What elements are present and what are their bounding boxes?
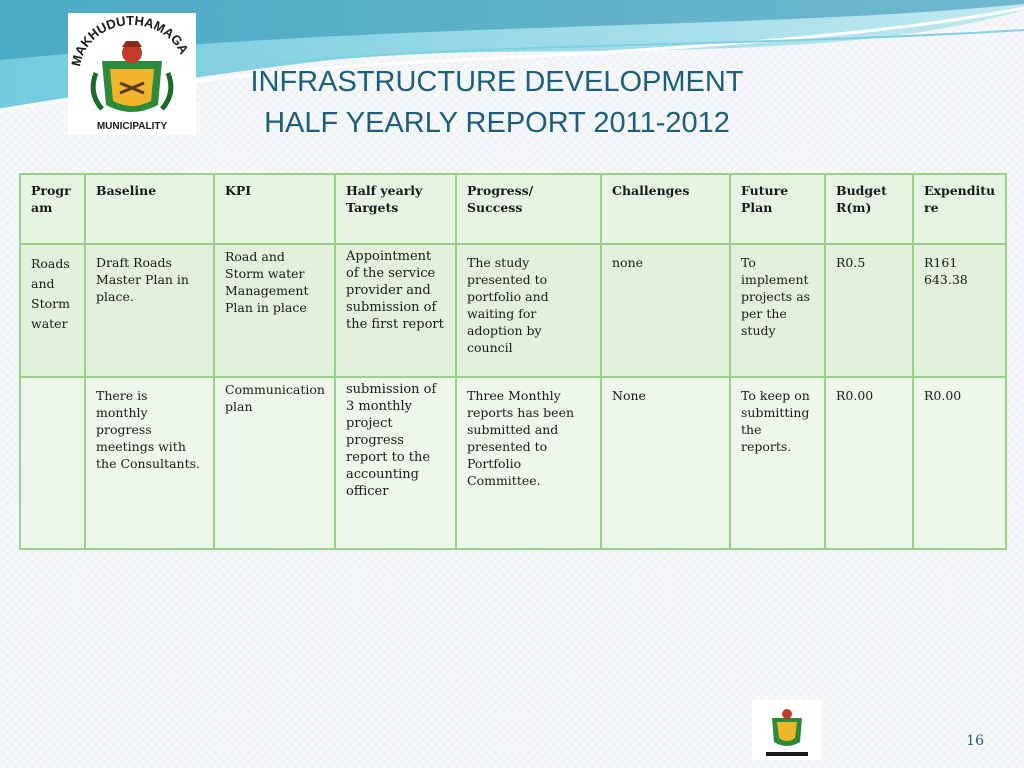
col-header-kpi: KPI: [213, 173, 336, 245]
title-line-1: INFRASTRUCTURE DEVELOPMENT: [250, 66, 744, 98]
col-header-future-plan: Future Plan: [729, 173, 826, 245]
table-row: Roads and Storm water Draft Roads Master…: [19, 243, 1007, 378]
col-header-programme: Progr am: [19, 173, 86, 245]
cell-budget: R0.5: [824, 243, 914, 378]
page-title: INFRASTRUCTURE DEVELOPMENT HALF YEARLY R…: [200, 62, 794, 144]
footer-logo: [752, 700, 822, 760]
cell-future-plan: To keep on submitting the reports.: [729, 376, 826, 550]
col-header-targets: Half yearly Targets: [334, 173, 457, 245]
cell-kpi: Communication plan: [213, 376, 336, 550]
col-header-expenditure: Expenditu re: [912, 173, 1007, 245]
cell-target: submission of 3 monthly project progress…: [334, 376, 457, 550]
col-header-baseline: Baseline: [84, 173, 215, 245]
cell-progress: Three Monthly reports has been submitted…: [455, 376, 602, 550]
cell-programme: [19, 376, 86, 550]
cell-kpi: Road and Storm water Management Plan in …: [213, 243, 336, 378]
page-number: 16: [966, 733, 984, 749]
cell-expenditure: R161 643.38: [912, 243, 1007, 378]
col-header-budget: Budget R(m): [824, 173, 914, 245]
cell-future-plan: To implement projects as per the study: [729, 243, 826, 378]
svg-text:MUNICIPALITY: MUNICIPALITY: [97, 121, 168, 132]
cell-budget: R0.00: [824, 376, 914, 550]
col-header-challenges: Challenges: [600, 173, 731, 245]
title-line-2: HALF YEARLY REPORT 2011-2012: [264, 107, 730, 139]
table-header-row: Progr am Baseline KPI Half yearly Targets …: [19, 173, 1007, 245]
municipality-logo: MAKHUDUTHAMAGA MUNICIPALITY: [68, 13, 196, 135]
cell-programme: Roads and Storm water: [19, 243, 86, 378]
table-row: There is monthly progress meetings with …: [19, 376, 1007, 550]
cell-baseline: Draft Roads Master Plan in place.: [84, 243, 215, 378]
cell-challenges: none: [600, 243, 731, 378]
cell-challenges: None: [600, 376, 731, 550]
cell-baseline: There is monthly progress meetings with …: [84, 376, 215, 550]
col-header-progress: Progress/Success: [455, 173, 602, 245]
cell-progress: The study presented to portfolio and wai…: [455, 243, 602, 378]
report-table: Progr am Baseline KPI Half yearly Targets …: [19, 173, 1007, 550]
cell-target: Appointment of the service provider and …: [334, 243, 457, 378]
cell-expenditure: R0.00: [912, 376, 1007, 550]
